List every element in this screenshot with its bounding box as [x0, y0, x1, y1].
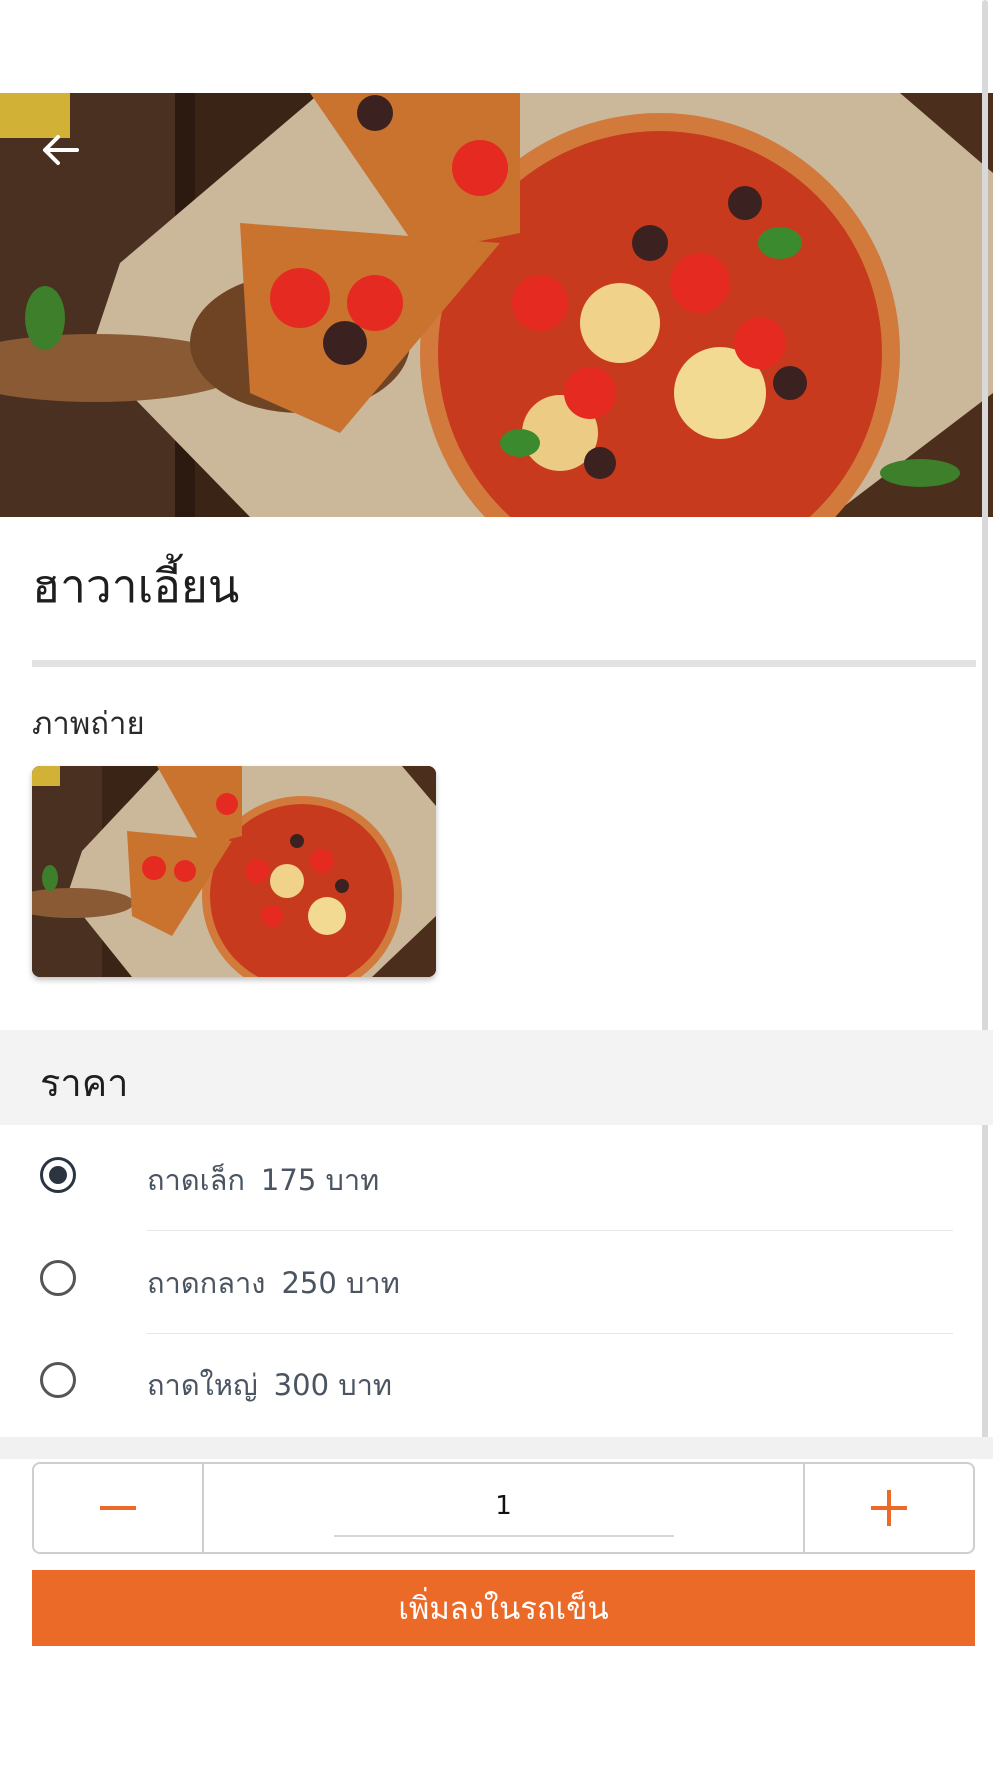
divider	[32, 660, 976, 667]
pizza-photo	[0, 93, 993, 517]
option-size: ถาดเล็ก	[147, 1163, 245, 1197]
option-price: 300 บาท	[273, 1368, 393, 1402]
price-title: ราคา	[40, 1061, 129, 1105]
option-label: ถาดเล็ก 175 บาท	[147, 1157, 379, 1203]
option-price: 175 บาท	[260, 1163, 380, 1197]
section-spacer	[0, 1437, 993, 1459]
option-separator	[147, 1333, 953, 1334]
option-separator	[147, 1230, 953, 1231]
plus-icon	[871, 1490, 907, 1526]
gallery-label: ภาพถ่าย	[32, 706, 145, 742]
radio-button[interactable]	[40, 1362, 76, 1398]
quantity-input[interactable]	[333, 1491, 674, 1537]
option-label: ถาดกลาง 250 บาท	[147, 1260, 400, 1306]
increase-button[interactable]	[803, 1464, 973, 1552]
minus-icon	[100, 1506, 136, 1510]
option-price: 250 บาท	[281, 1266, 400, 1300]
back-button[interactable]	[32, 122, 88, 178]
option-label: ถาดใหญ่ 300 บาท	[147, 1362, 392, 1408]
add-to-cart-button[interactable]: เพิ่มลงในรถเข็น	[32, 1570, 975, 1646]
quantity-stepper	[32, 1462, 975, 1554]
price-option-medium[interactable]: ถาดกลาง 250 บาท	[0, 1260, 993, 1362]
radio-button-selected[interactable]	[40, 1157, 76, 1193]
product-title: ฮาวาเอี้ยน	[32, 559, 240, 613]
hero-image	[0, 93, 993, 517]
price-section-header: ราคา	[0, 1030, 993, 1125]
radio-button[interactable]	[40, 1260, 76, 1296]
option-size: ถาดใหญ่	[147, 1368, 258, 1402]
pizza-thumbnail-image	[32, 766, 436, 977]
price-option-small[interactable]: ถาดเล็ก 175 บาท	[0, 1157, 993, 1259]
option-size: ถาดกลาง	[147, 1266, 266, 1300]
decrease-button[interactable]	[34, 1464, 204, 1552]
quantity-field-wrap	[204, 1464, 803, 1552]
photo-thumbnail[interactable]	[32, 766, 436, 977]
arrow-left-icon	[43, 135, 79, 165]
